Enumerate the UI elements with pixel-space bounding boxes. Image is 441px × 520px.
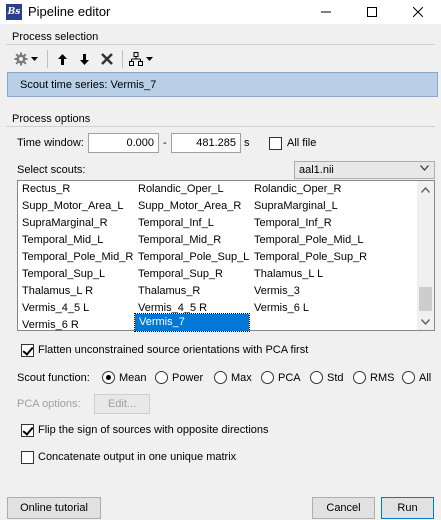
process-options-divider bbox=[6, 126, 435, 127]
list-item[interactable]: Vermis_6 R bbox=[18, 317, 134, 334]
list-item[interactable]: Rectus_R bbox=[18, 181, 134, 198]
process-selection-label: Process selection bbox=[12, 31, 99, 43]
scout-function-power-label: Power bbox=[172, 372, 204, 384]
scout-function-mean-label: Mean bbox=[119, 372, 147, 384]
pca-edit-button[interactable]: Edit... bbox=[94, 394, 150, 414]
maximize-icon bbox=[367, 7, 377, 17]
list-item[interactable]: SupraMarginal_L bbox=[250, 198, 418, 215]
flatten-label: Flatten unconstrained source orientation… bbox=[38, 344, 309, 356]
all-file-checkbox[interactable] bbox=[269, 137, 282, 150]
list-item[interactable]: Rolandic_Oper_L bbox=[134, 181, 250, 198]
brainstorm-app-icon: Bs bbox=[6, 4, 22, 20]
delete-x-icon bbox=[101, 53, 113, 65]
list-item[interactable]: Supp_Motor_Area_R bbox=[134, 198, 250, 215]
minimize-button[interactable] bbox=[303, 0, 349, 24]
scouts-list-scrollbar[interactable] bbox=[417, 181, 434, 330]
scout-function-mean-radio[interactable] bbox=[102, 371, 115, 384]
time-window-start-input[interactable]: 0.000 bbox=[88, 133, 159, 153]
flip-sign-label: Flip the sign of sources with opposite d… bbox=[38, 424, 269, 436]
scout-function-std-label: Std bbox=[327, 372, 344, 384]
scout-function-rms-radio[interactable] bbox=[353, 371, 366, 384]
chevron-up-icon bbox=[421, 186, 430, 193]
process-options-label: Process options bbox=[12, 113, 91, 125]
select-scouts-label: Select scouts: bbox=[17, 164, 86, 176]
flip-sign-checkbox[interactable] bbox=[21, 424, 34, 437]
selected-process-item[interactable]: Scout time series: Vermis_7 bbox=[7, 72, 438, 97]
list-item[interactable]: Temporal_Pole_Mid_R bbox=[18, 249, 134, 266]
concatenate-checkbox[interactable] bbox=[21, 451, 34, 464]
chevron-down-icon bbox=[420, 165, 429, 171]
list-item[interactable]: Temporal_Pole_Mid_L bbox=[250, 232, 418, 249]
scout-function-rms-label: RMS bbox=[370, 372, 395, 384]
time-window-separator: - bbox=[163, 137, 167, 149]
dropdown-arrow-icon bbox=[146, 57, 153, 61]
list-item[interactable]: Temporal_Sup_R bbox=[134, 266, 250, 283]
list-item[interactable]: Vermis_6 L bbox=[250, 300, 418, 317]
list-item[interactable]: Temporal_Pole_Sup_R bbox=[250, 249, 418, 266]
all-file-label: All file bbox=[287, 137, 317, 149]
list-item[interactable]: Thalamus_L R bbox=[18, 283, 134, 300]
list-item[interactable]: Temporal_Mid_R bbox=[134, 232, 250, 249]
list-item[interactable]: Thalamus_L L bbox=[250, 266, 418, 283]
cancel-button[interactable]: Cancel bbox=[312, 497, 375, 519]
time-window-unit: s bbox=[244, 137, 250, 149]
flatten-checkbox[interactable] bbox=[21, 344, 34, 357]
maximize-button[interactable] bbox=[349, 0, 395, 24]
scout-function-std-radio[interactable] bbox=[310, 371, 323, 384]
toolbar-separator bbox=[47, 50, 48, 68]
list-item[interactable]: Temporal_Mid_L bbox=[18, 232, 134, 249]
delete-process-button[interactable] bbox=[95, 48, 119, 70]
list-item[interactable]: Vermis_3 bbox=[250, 283, 418, 300]
options-dropdown-button[interactable] bbox=[8, 48, 44, 70]
scroll-up-button[interactable] bbox=[417, 181, 434, 198]
dropdown-arrow-icon bbox=[31, 57, 38, 61]
pipeline-dropdown-button[interactable] bbox=[126, 48, 156, 70]
arrow-down-icon bbox=[79, 53, 89, 65]
list-item[interactable]: Temporal_Pole_Sup_L bbox=[134, 249, 250, 266]
toolbar-separator bbox=[122, 50, 123, 68]
pipeline-tree-icon bbox=[129, 52, 143, 66]
list-item[interactable]: Rolandic_Oper_R bbox=[250, 181, 418, 198]
list-item[interactable]: SupraMarginal_R bbox=[18, 215, 134, 232]
list-item[interactable]: Supp_Motor_Area_L bbox=[18, 198, 134, 215]
concatenate-label: Concatenate output in one unique matrix bbox=[38, 451, 237, 463]
scout-function-pca-radio[interactable] bbox=[261, 371, 274, 384]
scouts-list[interactable]: Rectus_R Supp_Motor_Area_L SupraMarginal… bbox=[17, 180, 435, 334]
window-title: Pipeline editor bbox=[28, 4, 111, 19]
list-item[interactable]: Temporal_Inf_R bbox=[250, 215, 418, 232]
arrow-up-icon bbox=[57, 53, 67, 65]
chevron-down-icon bbox=[421, 318, 430, 325]
online-tutorial-button[interactable]: Online tutorial bbox=[7, 497, 101, 519]
minimize-icon bbox=[321, 11, 331, 13]
close-button[interactable] bbox=[395, 0, 441, 24]
list-item-selected[interactable]: Vermis_7 bbox=[134, 313, 250, 332]
scroll-down-button[interactable] bbox=[417, 313, 434, 330]
atlas-select-value: aal1.nii bbox=[299, 164, 334, 176]
list-item[interactable]: Vermis_4_5 L bbox=[18, 300, 134, 317]
pca-options-label: PCA options: bbox=[17, 398, 81, 410]
process-toolbar bbox=[8, 47, 156, 71]
list-item[interactable]: Temporal_Inf_L bbox=[134, 215, 250, 232]
move-down-button[interactable] bbox=[73, 48, 95, 70]
atlas-select[interactable]: aal1.nii bbox=[294, 161, 435, 179]
list-item[interactable]: Temporal_Sup_L bbox=[18, 266, 134, 283]
list-item[interactable]: Thalamus_R bbox=[134, 283, 250, 300]
title-bar: Bs Pipeline editor bbox=[0, 0, 441, 24]
gear-icon bbox=[14, 52, 28, 66]
move-up-button[interactable] bbox=[51, 48, 73, 70]
scrollbar-thumb[interactable] bbox=[419, 287, 432, 311]
time-window-label: Time window: bbox=[17, 137, 84, 149]
scout-function-max-radio[interactable] bbox=[214, 371, 227, 384]
scout-function-all-radio[interactable] bbox=[402, 371, 415, 384]
scout-function-pca-label: PCA bbox=[278, 372, 301, 384]
scout-function-max-label: Max bbox=[231, 372, 252, 384]
scout-function-power-radio[interactable] bbox=[155, 371, 168, 384]
scout-function-all-label: All bbox=[419, 372, 432, 384]
process-selection-divider bbox=[6, 44, 435, 45]
time-window-end-input[interactable]: 481.285 bbox=[171, 133, 241, 153]
scout-function-label: Scout function: bbox=[17, 372, 90, 384]
run-button[interactable]: Run bbox=[381, 497, 434, 519]
close-icon bbox=[413, 7, 423, 17]
